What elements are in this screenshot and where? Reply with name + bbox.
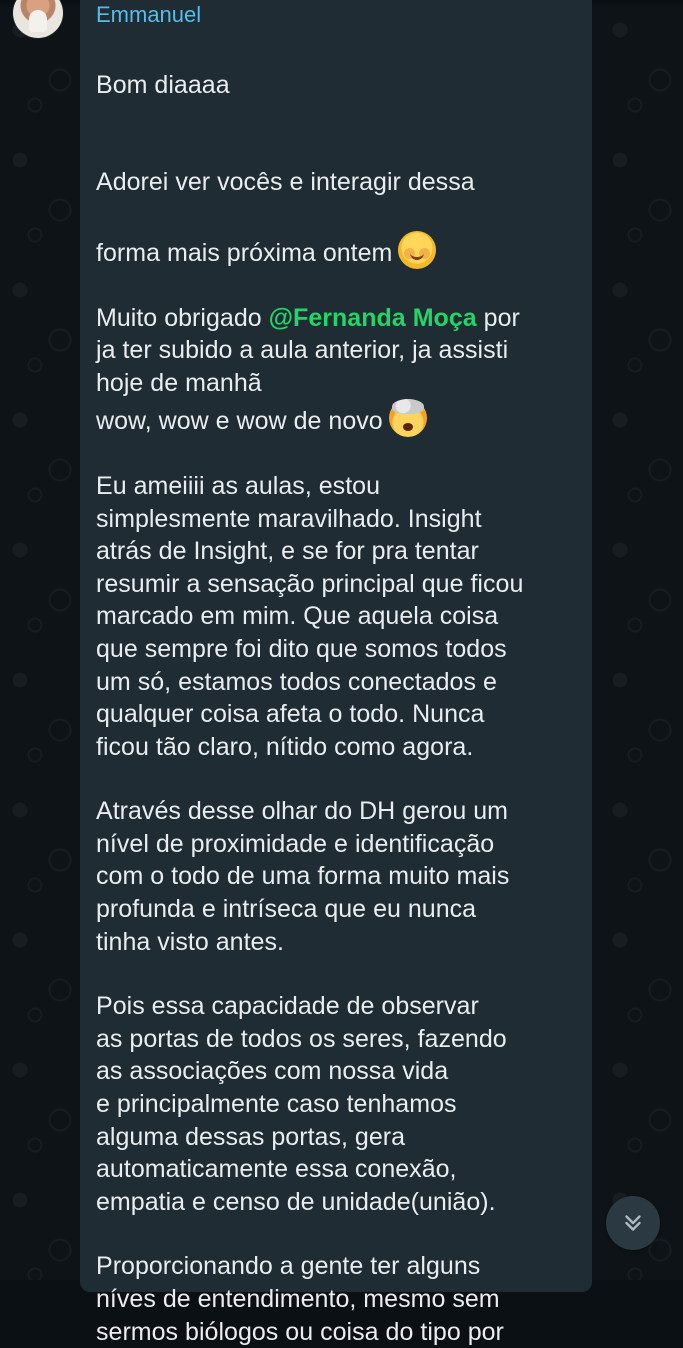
message-paragraph-1: Bom diaaaa [96, 36, 576, 101]
message-paragraph-4: Eu ameiiii as aulas, estou simplesmente … [96, 471, 524, 761]
message-text: Muito obrigado [96, 303, 269, 332]
scroll-to-bottom-button[interactable] [606, 1196, 660, 1250]
message-text: forma mais próxima ontem [96, 238, 393, 267]
exploding-head-emoji-icon [388, 399, 427, 438]
message-text: Adorei ver vocês e interagir dessa [96, 167, 475, 196]
message-text: Bom diaaaa [96, 70, 230, 99]
user-mention-link[interactable]: @Fernanda Moça [269, 304, 477, 332]
message-paragraph-3: Muito obrigado @Fernanda Moça por ja ter… [96, 302, 576, 438]
message-paragraph-2: Adorei ver vocês e interagir dessa forma… [96, 133, 576, 269]
message-paragraph-6: Pois essa capacidade de observar as port… [96, 992, 507, 1216]
message-paragraph-7: Proporcionando a gente ter alguns níves … [96, 1252, 504, 1346]
double-chevron-down-icon [625, 1215, 641, 1231]
hugging-face-emoji-icon [398, 230, 437, 269]
message-paragraph-5: Através desse olhar do DH gerou um nível… [96, 797, 510, 956]
sender-name[interactable]: Emmanuel [96, 0, 576, 30]
message-bubble[interactable]: Emmanuel Bom diaaaa Adorei ver vocês e i… [80, 0, 592, 1346]
